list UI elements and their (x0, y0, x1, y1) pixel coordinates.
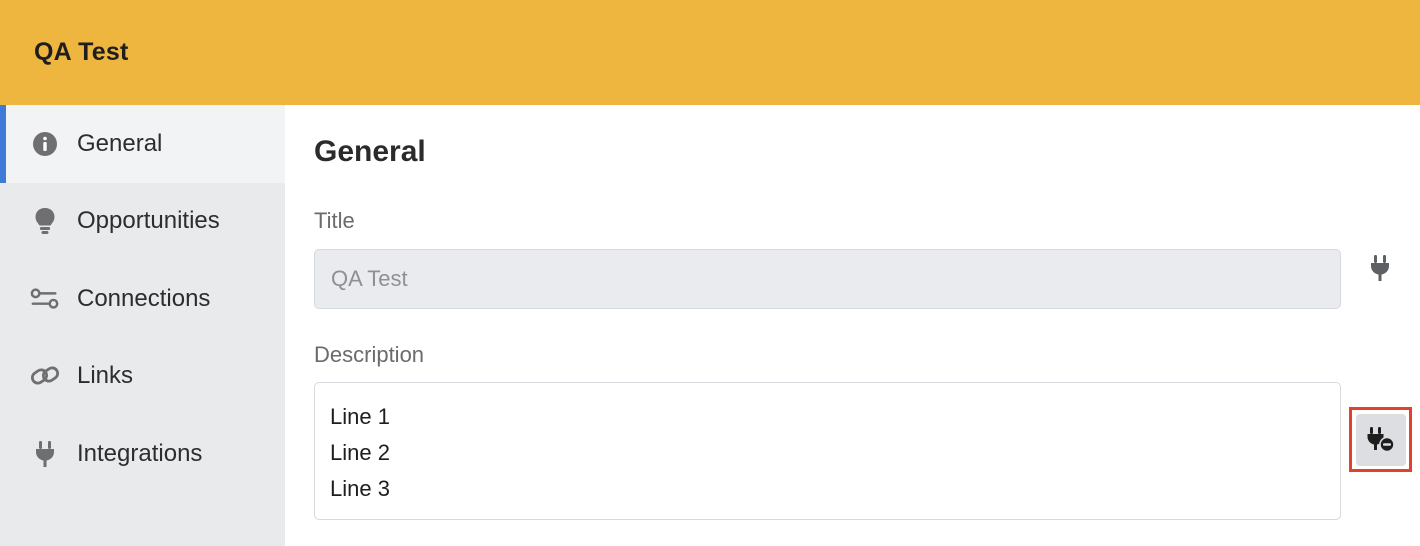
description-line: Line 3 (330, 476, 390, 501)
connections-icon (30, 284, 60, 314)
main-content: General Title Description Line 1 Line 2 … (285, 105, 1420, 546)
section-title: General (314, 135, 426, 168)
sidebar: General Opportunities Connections Links … (0, 105, 285, 546)
description-label: Description (314, 342, 425, 367)
description-line: Line 2 (330, 440, 390, 465)
sidebar-item-integrations[interactable]: Integrations (0, 415, 285, 493)
sidebar-item-label: General (77, 129, 163, 157)
description-textarea[interactable]: Line 1 Line 2 Line 3 (314, 382, 1341, 520)
unplug-icon (1367, 426, 1395, 452)
highlighted-target (1349, 407, 1412, 472)
sidebar-item-label: Links (77, 362, 134, 390)
title-label: Title (314, 208, 355, 233)
lightbulb-icon (30, 206, 60, 236)
sidebar-item-links[interactable]: Links (0, 338, 285, 416)
sidebar-item-connections[interactable]: Connections (0, 260, 285, 338)
app-title: QA Test (34, 38, 129, 66)
plug-icon[interactable] (1366, 253, 1394, 283)
link-icon (30, 361, 60, 391)
sidebar-item-label: Integrations (77, 439, 203, 467)
sidebar-item-opportunities[interactable]: Opportunities (0, 183, 285, 261)
app-header: QA Test (0, 0, 1420, 105)
sidebar-item-general[interactable]: General (0, 105, 285, 183)
title-input[interactable] (314, 249, 1341, 309)
unplug-button[interactable] (1355, 413, 1406, 466)
description-line: Line 1 (330, 404, 390, 429)
sidebar-item-label: Opportunities (77, 207, 220, 235)
sidebar-item-label: Connections (77, 284, 211, 312)
plug-icon (30, 439, 60, 469)
info-circle-icon (30, 129, 60, 159)
